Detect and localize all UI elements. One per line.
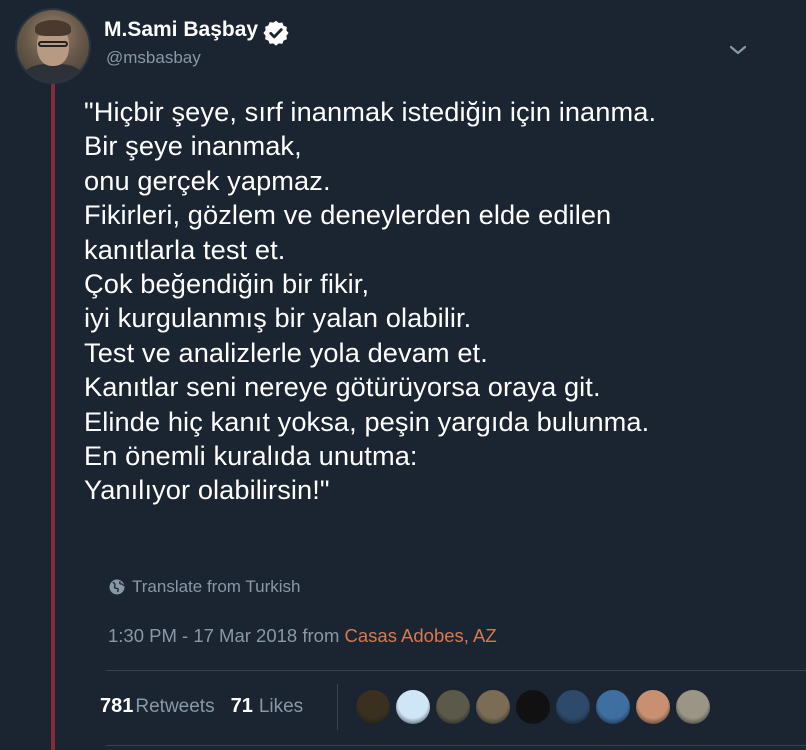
likes-count[interactable]: 71: [231, 695, 253, 718]
author-avatar[interactable]: [17, 10, 89, 82]
retweets-count[interactable]: 781: [100, 695, 133, 718]
tweet-line: Fikirleri, gözlem ve deneylerden elde ed…: [84, 199, 612, 231]
liker-avatar[interactable]: [594, 688, 632, 726]
tweet-time[interactable]: 1:30 PM - 17 Mar 2018 from: [108, 625, 345, 646]
liker-avatar[interactable]: [514, 688, 552, 726]
tweet-line: Bir şeye inanmak,: [84, 130, 302, 162]
stats-divider-vertical: [337, 684, 338, 730]
stats-divider-top: [106, 670, 806, 671]
tweet-stats: 781 Retweets 71 Likes: [100, 695, 303, 718]
chevron-down-icon[interactable]: [726, 38, 750, 62]
avatar-shirt: [23, 64, 83, 82]
liker-avatar[interactable]: [394, 688, 432, 726]
translate-label: Translate from Turkish: [132, 577, 301, 596]
tweet-line: Yanılıyor olabilirsin!": [84, 474, 330, 506]
tweet-line: Test ve analizlerle yola devam et.: [84, 336, 488, 368]
liker-avatar[interactable]: [474, 688, 512, 726]
tweet-timestamp: 1:30 PM - 17 Mar 2018 from Casas Adobes,…: [108, 625, 497, 647]
translate-link[interactable]: Translate from Turkish: [108, 577, 300, 597]
verified-badge-icon: [263, 20, 289, 46]
avatar-glasses: [38, 41, 68, 47]
retweets-label[interactable]: Retweets: [135, 696, 214, 718]
globe-icon: [109, 579, 125, 595]
tweet-location[interactable]: Casas Adobes, AZ: [345, 625, 497, 646]
tweet-line: Elinde hiç kanıt yoksa, peşin yargıda bu…: [84, 405, 650, 437]
author-display-name[interactable]: M.Sami Başbay: [104, 18, 258, 42]
tweet-line: Kanıtlar seni nereye götürüyorsa oraya g…: [84, 371, 601, 403]
liker-avatar[interactable]: [554, 688, 592, 726]
liker-avatar[interactable]: [354, 688, 392, 726]
tweet-line: kanıtlarla test et.: [84, 233, 286, 265]
liker-avatars: [354, 688, 712, 726]
avatar-hair: [35, 20, 71, 36]
author-handle[interactable]: @msbasbay: [106, 48, 201, 68]
liker-avatar[interactable]: [674, 688, 712, 726]
likes-label[interactable]: Likes: [259, 696, 303, 718]
tweet-line: "Hiçbir şeye, sırf inanmak istediğin içi…: [84, 96, 657, 127]
tweet-line: Çok beğendiğin bir fikir,: [84, 268, 370, 300]
thread-line: [51, 82, 55, 750]
tweet-text: "Hiçbir şeye, sırf inanmak istediğin içi…: [84, 95, 799, 508]
stats-divider-bottom: [106, 745, 806, 746]
tweet-line: En önemli kuralıda unutma:: [84, 440, 418, 472]
tweet-line: onu gerçek yapmaz.: [84, 164, 331, 196]
tweet-line: iyi kurgulanmış bir yalan olabilir.: [84, 302, 472, 334]
liker-avatar[interactable]: [634, 688, 672, 726]
liker-avatar[interactable]: [434, 688, 472, 726]
